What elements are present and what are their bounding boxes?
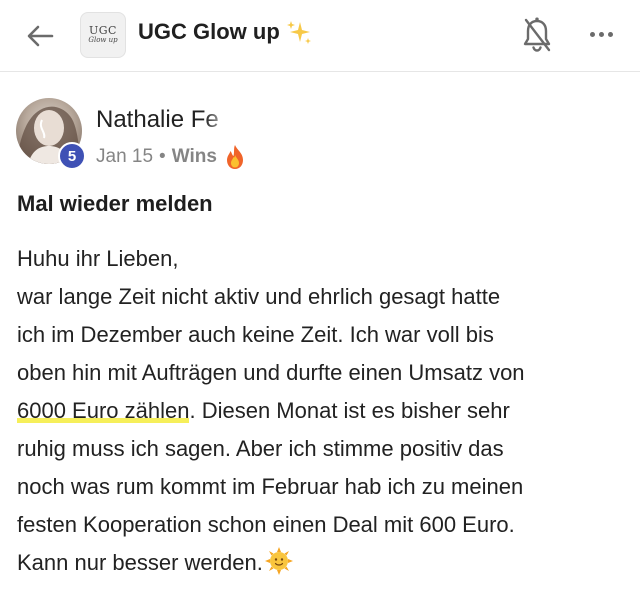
body-line: festen Kooperation schon einen Deal mit … bbox=[17, 512, 515, 537]
post-meta: Jan 15 • Wins bbox=[96, 144, 247, 170]
body-line: oben hin mit Aufträgen und durfte einen … bbox=[17, 360, 525, 385]
highlighted-text: 6000 Euro zählen bbox=[17, 398, 190, 423]
post-date[interactable]: Jan 15 bbox=[96, 146, 153, 168]
group-logo-text: UGC bbox=[89, 24, 117, 37]
body-line: ich im Dezember auch keine Zeit. Ich war… bbox=[17, 322, 494, 347]
back-arrow-icon bbox=[27, 25, 54, 47]
fire-icon bbox=[226, 145, 243, 169]
body-line-last: Kann nur besser werden. bbox=[17, 544, 627, 582]
meta-separator: • bbox=[159, 146, 166, 167]
more-icon bbox=[589, 31, 595, 37]
notifications-toggle[interactable] bbox=[520, 16, 554, 54]
body-line: war lange Zeit nicht aktiv und ehrlich g… bbox=[17, 284, 501, 309]
back-button[interactable] bbox=[22, 18, 58, 54]
body-line: noch was rum kommt im Februar hab ich zu… bbox=[17, 474, 524, 499]
group-logo-subtext: Glow up bbox=[88, 36, 118, 44]
author-name[interactable]: Nathalie Fe bbox=[96, 106, 232, 134]
sparkles-icon bbox=[286, 21, 311, 44]
post-category[interactable]: Wins bbox=[172, 146, 217, 168]
sun-face-icon bbox=[264, 547, 293, 575]
body-line-rest: . Diesen Monat ist es bisher sehr bbox=[189, 398, 510, 423]
author-avatar-wrap[interactable]: 5 bbox=[16, 98, 86, 170]
body-line: Huhu ihr Lieben, bbox=[17, 246, 179, 271]
more-options-button[interactable] bbox=[584, 22, 618, 46]
post-body: Huhu ihr Lieben, war lange Zeit nicht ak… bbox=[17, 240, 627, 582]
bell-off-icon bbox=[523, 17, 551, 52]
group-logo[interactable]: UGC Glow up bbox=[80, 12, 126, 58]
post-title[interactable]: Mal wieder melden bbox=[17, 191, 213, 217]
top-bar: UGC Glow up UGC Glow up bbox=[0, 0, 640, 72]
group-title[interactable]: UGC Glow up bbox=[138, 18, 312, 46]
body-line: ruhig muss ich sagen. Aber ich stimme po… bbox=[17, 436, 504, 461]
level-badge: 5 bbox=[58, 142, 86, 170]
body-last-text: Kann nur besser werden. bbox=[17, 550, 263, 575]
body-line-highlighted: 6000 Euro zählen. Diesen Monat ist es bi… bbox=[17, 392, 627, 430]
group-name: UGC Glow up bbox=[138, 19, 280, 44]
